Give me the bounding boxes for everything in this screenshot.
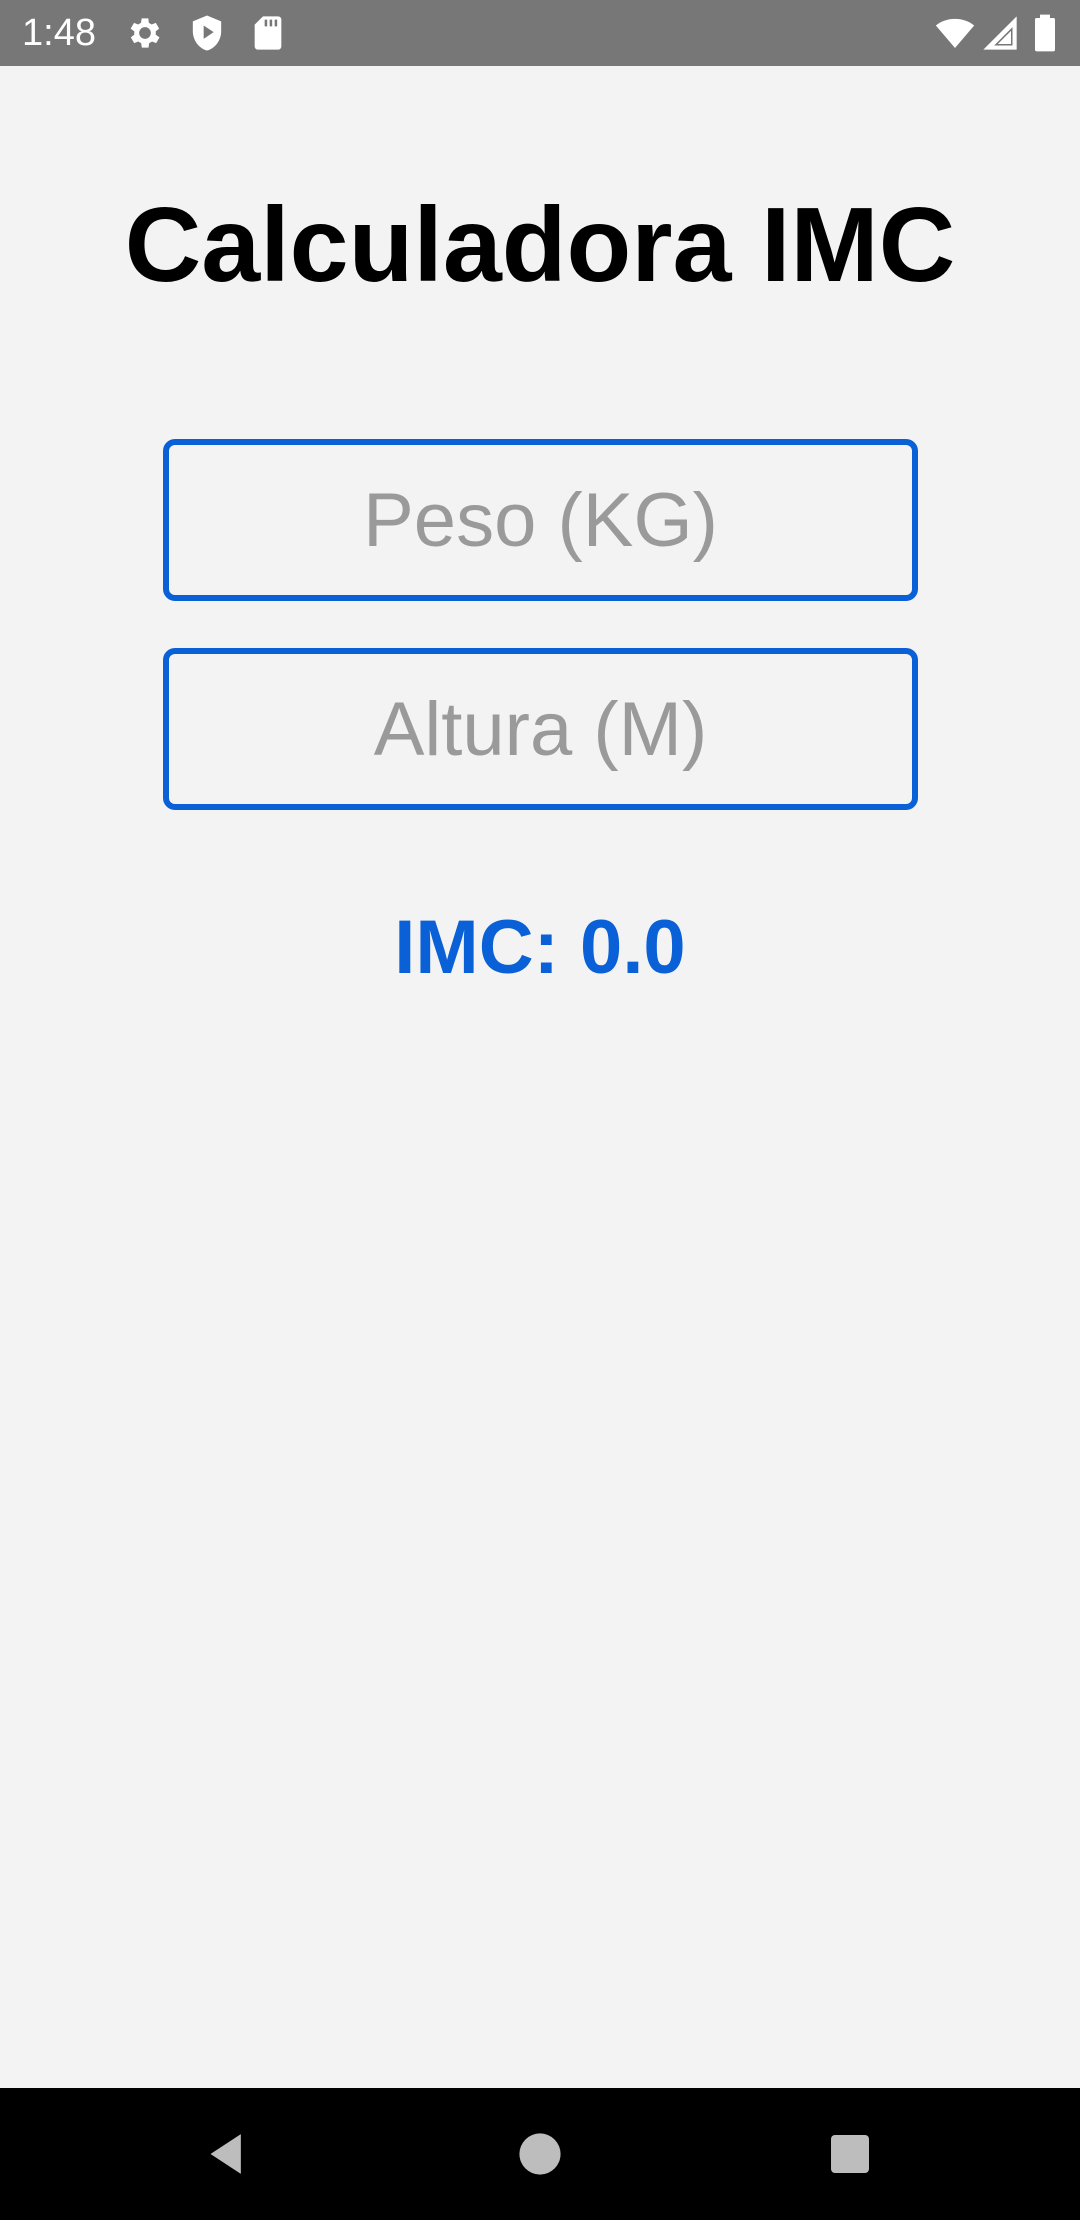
gear-icon xyxy=(125,13,165,53)
page-title: Calculadora IMC xyxy=(124,186,956,304)
navigation-bar xyxy=(0,2088,1080,2220)
screen: 1:48 Calculadora IMC IMC: 0.0 xyxy=(0,0,1080,2220)
sd-card-icon xyxy=(248,13,288,53)
wifi-icon xyxy=(935,13,975,53)
altura-input[interactable] xyxy=(169,654,912,804)
imc-result-value: 0.0 xyxy=(580,905,686,990)
status-bar: 1:48 xyxy=(0,0,1080,66)
status-time: 1:48 xyxy=(22,12,96,54)
home-icon[interactable] xyxy=(504,2118,576,2190)
battery-icon xyxy=(1030,13,1060,53)
signal-icon xyxy=(980,13,1020,53)
peso-input[interactable] xyxy=(169,445,912,595)
altura-field[interactable] xyxy=(163,648,918,810)
shield-play-icon xyxy=(187,13,227,53)
imc-result-label: IMC: xyxy=(394,905,559,990)
peso-field[interactable] xyxy=(163,439,918,601)
imc-result: IMC: 0.0 xyxy=(0,900,1080,996)
back-icon[interactable] xyxy=(192,2118,264,2190)
recents-icon[interactable] xyxy=(814,2118,886,2190)
